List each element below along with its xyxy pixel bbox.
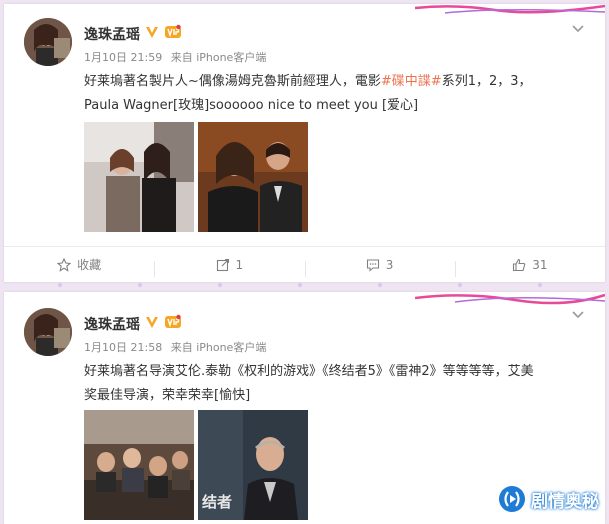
post-time[interactable]: 1月10日 21:59 [84, 51, 162, 64]
star-icon [57, 257, 72, 272]
text-segment: 系列1，2，3， [441, 74, 532, 89]
post-text-line: 奖最佳导演，荣幸荣幸[愉快] [84, 384, 591, 408]
watermark-logo-mark [504, 491, 520, 507]
post-text-line: Paula Wagner[玫瑰]soooooo nice to meet you… [84, 94, 591, 118]
avatar[interactable] [24, 18, 72, 66]
action-bar: 收藏 1 3 31 [4, 246, 605, 282]
chevron-down-icon[interactable] [571, 24, 585, 34]
comment-icon [366, 258, 379, 272]
post-text-line: 好莱塢著名导演艾伦.泰勒《权利的游戏》《终结者5》《雷神2》等等等等，艾美 [84, 360, 591, 384]
chevron-down-icon[interactable] [571, 310, 585, 320]
avatar[interactable] [24, 308, 72, 356]
post-text: 好莱塢著名製片人~偶像湯姆克魯斯前經理人，電影#碟中諜#系列1，2，3， Pau… [84, 70, 591, 118]
post-source: 来自 iPhone客户端 [170, 51, 267, 64]
decorative-swoosh [415, 4, 605, 14]
photo-alan-taylor[interactable]: 结者 [198, 410, 308, 520]
avatar-image [24, 18, 72, 66]
photo-two-women[interactable] [84, 122, 194, 232]
post-time[interactable]: 1月10日 21:58 [84, 341, 162, 354]
text-segment: 好莱塢著名製片人~偶像湯姆克魯斯前經理人，電影 [84, 74, 381, 89]
post-meta: 1月10日 21:59 来自 iPhone客户端 [84, 49, 271, 65]
repost-button[interactable]: 1 [154, 257, 304, 277]
repost-icon [216, 258, 229, 271]
post-meta: 1月10日 21:58 来自 iPhone客户端 [84, 339, 271, 355]
watermark-text: 剧情奥秘 [531, 491, 599, 512]
watermark: 剧情奥秘 [499, 486, 599, 512]
comment-count: 3 [385, 257, 394, 272]
text-segment: 奖最佳导演，荣幸荣幸[愉快] [84, 388, 251, 403]
repost-count: 1 [235, 257, 244, 272]
vip-badge-icon [165, 314, 181, 328]
favorite-label: 收藏 [77, 258, 102, 272]
photo-group-dinner[interactable] [84, 410, 194, 520]
decorative-swoosh [415, 293, 605, 305]
user-name[interactable]: 逸珠孟瑶 [84, 314, 140, 334]
like-count: 31 [532, 257, 548, 272]
comment-button[interactable]: 3 [304, 257, 455, 277]
hashtag-link[interactable]: #碟中諜# [381, 74, 442, 89]
photo-caption-text: 结者 [202, 493, 233, 511]
weibo-post-1: 逸珠孟瑶 1月10日 21:59 来自 iPhone客户端 好莱塢著名製片人~偶… [4, 4, 605, 282]
post-source: 来自 iPhone客户端 [170, 341, 267, 354]
avatar-image [24, 308, 72, 356]
post-text: 好莱塢著名导演艾伦.泰勒《权利的游戏》《终结者5》《雷神2》等等等等，艾美 奖最… [84, 360, 591, 408]
photo-image [198, 122, 308, 232]
photo-image [84, 122, 194, 232]
verified-v-icon [146, 317, 158, 328]
text-segment: Paula Wagner[玫瑰]soooooo nice to meet you… [84, 98, 419, 113]
verified-v-icon [146, 27, 158, 38]
user-name[interactable]: 逸珠孟瑶 [84, 24, 140, 44]
favorite-button[interactable]: 收藏 [4, 256, 154, 273]
watermark-logo-icon [499, 486, 525, 512]
thumbs-up-icon [513, 258, 526, 271]
photo-image [84, 410, 194, 520]
like-button[interactable]: 31 [454, 257, 605, 277]
text-segment: 好莱塢著名导演艾伦.泰勒《权利的游戏》《终结者5》《雷神2》等等等等，艾美 [84, 364, 534, 379]
post-text-line: 好莱塢著名製片人~偶像湯姆克魯斯前經理人，電影#碟中諜#系列1，2，3， [84, 70, 591, 94]
vip-badge-icon [165, 24, 181, 38]
photo-paula-and-tom[interactable] [198, 122, 308, 232]
